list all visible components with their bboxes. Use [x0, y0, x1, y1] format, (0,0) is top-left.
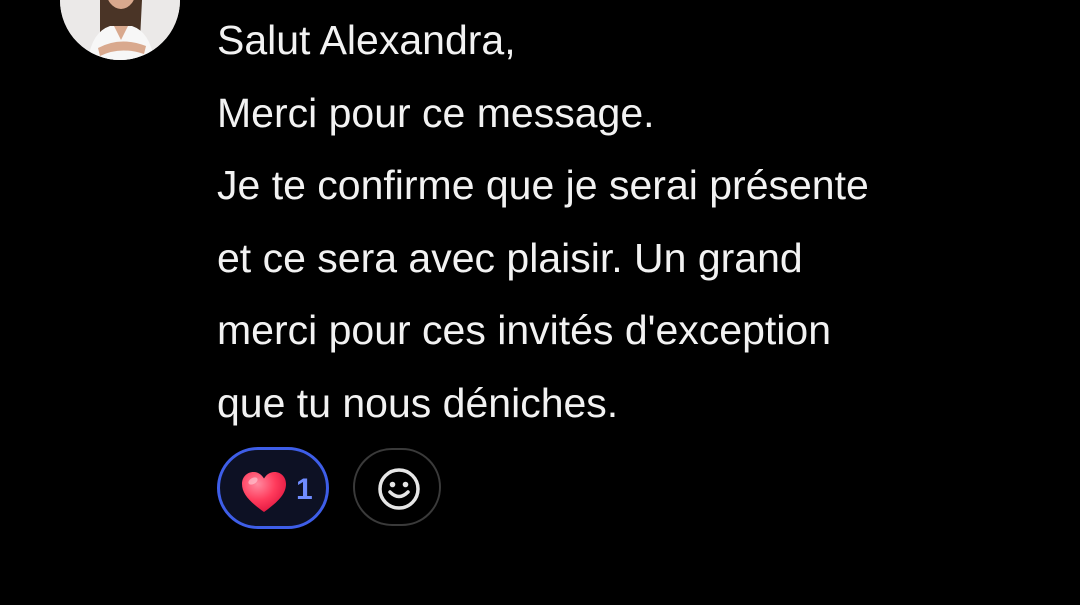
message-body: Salut Alexandra, Merci pour ce message. …: [217, 4, 1057, 439]
message-line: et ce sera avec plaisir. Un grand: [217, 234, 803, 281]
message-line: Je te confirme que je serai présente: [217, 162, 869, 208]
message-line: que tu nous déniches.: [217, 379, 619, 426]
message-line: merci pour ces invités d'exception: [217, 307, 831, 353]
message-line: Salut Alexandra,: [217, 17, 516, 63]
add-reaction-button[interactable]: [353, 448, 441, 526]
heart-reaction-count: 1: [296, 473, 313, 506]
heart-reaction-button[interactable]: 1: [217, 447, 329, 529]
avatar-photo: [60, 0, 180, 60]
smiley-icon: [378, 468, 420, 510]
heart-icon: [242, 472, 286, 512]
avatar[interactable]: [60, 0, 180, 60]
message-line: Merci pour ce message.: [217, 89, 655, 136]
